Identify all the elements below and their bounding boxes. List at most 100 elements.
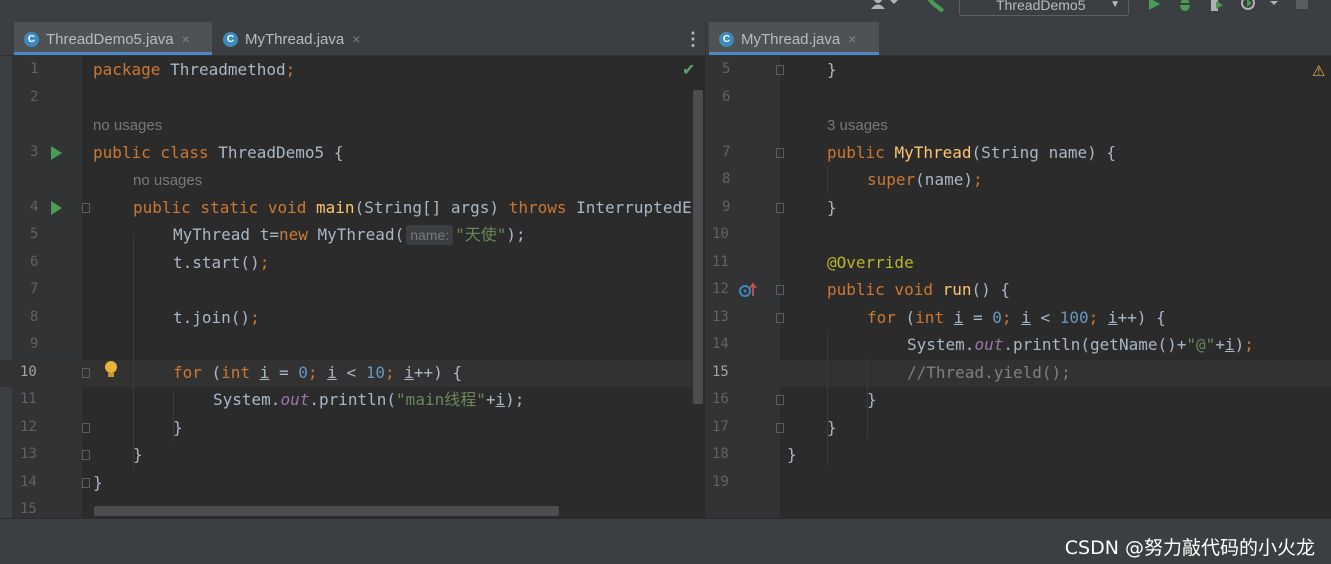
line-number: 6 <box>30 254 39 270</box>
fold-marker-icon[interactable] <box>776 65 784 75</box>
line-number: 4 <box>30 199 39 215</box>
line-number: 12 <box>712 281 729 297</box>
line-number: 10 <box>712 226 729 242</box>
usage-hint[interactable]: no usages <box>93 112 162 139</box>
fold-marker-icon[interactable] <box>776 148 784 158</box>
code-line-11: @Override <box>827 253 914 272</box>
line-number: 3 <box>30 144 39 160</box>
parameter-hint: name: <box>406 225 454 245</box>
coverage-icon[interactable] <box>1208 0 1224 11</box>
code-line-16: } <box>867 390 877 409</box>
stop-icon[interactable] <box>1295 0 1309 10</box>
vertical-scrollbar[interactable] <box>693 90 703 404</box>
line-number: 14 <box>20 474 37 490</box>
close-icon[interactable]: × <box>352 31 360 47</box>
code-line-4: public static void main(String[] args) t… <box>133 198 692 217</box>
fold-marker-icon[interactable] <box>776 395 784 405</box>
right-editor-tabbar: C MyThread.java × <box>706 22 1331 56</box>
line-number: 12 <box>20 419 37 435</box>
run-icon[interactable] <box>1147 0 1161 12</box>
fold-marker-icon[interactable] <box>82 478 90 488</box>
indent-guide <box>133 236 134 468</box>
code-line-6: t.start(); <box>173 253 270 272</box>
java-class-icon: C <box>719 31 734 47</box>
status-bar: CSDN @努力敲代码的小火龙 <box>0 518 1331 564</box>
run-configuration-selector[interactable]: ThreadDemo5 ▼ <box>959 0 1129 16</box>
left-editor[interactable]: 1 2 3 4 5 6 7 8 9 10 11 12 13 14 15 ✔ pa… <box>0 56 705 518</box>
code-line-11: System.out.println("main线程"+i); <box>213 390 525 409</box>
usage-hint[interactable]: no usages <box>133 167 202 194</box>
fold-marker-icon[interactable] <box>776 423 784 433</box>
watermark-text: CSDN @努力敲代码的小火龙 <box>1064 537 1315 559</box>
close-icon[interactable]: × <box>848 31 856 47</box>
line-number: 13 <box>712 309 729 325</box>
fold-marker-icon[interactable] <box>82 368 90 378</box>
line-number: 8 <box>30 309 39 325</box>
line-number-current: 15 <box>712 364 729 380</box>
code-line-15: //Thread.yield(); <box>907 363 1071 382</box>
code-line-8: t.join(); <box>173 308 260 327</box>
tab-label: MyThread.java <box>245 31 345 48</box>
code-line-1: package Threadmethod; <box>93 60 296 79</box>
warning-icon[interactable]: ⚠ <box>1312 62 1325 80</box>
left-editor-tabbar: C ThreadDemo5.java × C MyThread.java × ⋮ <box>0 22 705 56</box>
line-number: 14 <box>712 336 729 352</box>
code-line-3: public class ThreadDemo5 { <box>93 143 344 162</box>
fold-marker-icon[interactable] <box>776 285 784 295</box>
fold-marker-icon[interactable] <box>776 203 784 213</box>
line-number: 11 <box>712 254 729 270</box>
left-side-strip <box>0 56 12 518</box>
left-gutter <box>0 56 82 518</box>
code-line-5: MyThread t=new MyThread(name: "天使"); <box>173 225 526 245</box>
code-line-7: public MyThread(String name) { <box>827 143 1116 162</box>
line-number: 19 <box>712 474 729 490</box>
code-line-10: for (int i = 0; i < 10; i++) { <box>173 363 463 382</box>
line-number: 17 <box>712 419 729 435</box>
chevron-down-icon: ▼ <box>1110 0 1120 10</box>
horizontal-scrollbar[interactable] <box>94 506 559 516</box>
run-main-icon[interactable] <box>51 201 62 215</box>
line-number: 2 <box>30 89 39 105</box>
debug-icon[interactable] <box>1177 0 1193 11</box>
tab-mythread-right[interactable]: C MyThread.java × <box>709 22 879 55</box>
build-hammer-icon[interactable] <box>925 0 945 13</box>
line-number: 1 <box>30 61 39 77</box>
usage-hint[interactable]: 3 usages <box>827 112 888 139</box>
fold-marker-icon[interactable] <box>82 203 90 213</box>
code-line-14: } <box>93 473 103 492</box>
fold-marker-icon[interactable] <box>776 313 784 323</box>
code-line-13: } <box>133 445 143 464</box>
code-line-17: } <box>827 418 837 437</box>
code-line-9: } <box>827 198 837 217</box>
line-number: 8 <box>722 171 731 187</box>
override-method-icon[interactable] <box>739 282 757 303</box>
line-number: 9 <box>30 336 39 352</box>
line-number: 16 <box>712 391 729 407</box>
check-icon: ✔ <box>682 62 696 79</box>
right-editor[interactable]: 5 6 7 8 9 10 11 12 13 14 15 16 17 18 19 … <box>706 56 1331 518</box>
line-number: 9 <box>722 199 731 215</box>
line-number: 6 <box>722 89 731 105</box>
run-class-icon[interactable] <box>51 146 62 160</box>
line-number: 7 <box>722 144 731 160</box>
tab-threaddemo5[interactable]: C ThreadDemo5.java × <box>14 22 212 55</box>
code-line-13: for (int i = 0; i < 100; i++) { <box>867 308 1166 327</box>
more-tabs-icon[interactable]: ⋮ <box>684 29 702 50</box>
top-toolbar: ThreadDemo5 ▼ <box>0 0 1331 22</box>
tab-label: ThreadDemo5.java <box>46 31 174 48</box>
profiler-icon[interactable] <box>1240 0 1280 10</box>
close-icon[interactable]: × <box>182 31 190 47</box>
fold-marker-icon[interactable] <box>82 423 90 433</box>
code-line-12: } <box>173 418 183 437</box>
code-line-5: } <box>827 60 837 79</box>
line-number-current: 10 <box>20 364 37 380</box>
fold-marker-icon[interactable] <box>82 450 90 460</box>
tab-mythread[interactable]: C MyThread.java × <box>213 22 383 55</box>
lightbulb-icon[interactable] <box>103 360 119 385</box>
java-class-icon: C <box>24 31 39 47</box>
line-number: 7 <box>30 281 39 297</box>
user-icon[interactable] <box>870 0 898 10</box>
line-number: 18 <box>712 446 729 462</box>
indent-guide <box>827 331 828 466</box>
line-number: 15 <box>20 501 37 517</box>
